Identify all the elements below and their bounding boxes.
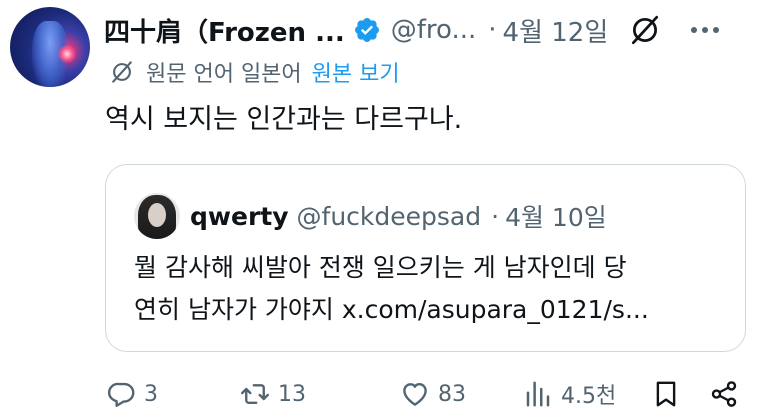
- quoted-author-handle[interactable]: @fuckdeepsad: [297, 202, 482, 231]
- avatar-highlight: [58, 45, 76, 63]
- quoted-tweet-header: qwerty @fuckdeepsad · 4월 10일: [134, 193, 607, 239]
- reply-count: 3: [144, 381, 158, 407]
- like-button[interactable]: 83: [400, 379, 523, 409]
- share-button[interactable]: [709, 379, 747, 409]
- retweet-button[interactable]: 13: [240, 379, 400, 409]
- grok-icon[interactable]: [628, 13, 662, 47]
- translation-note: 원문 언어 일본어 원본 보기: [108, 56, 400, 88]
- quoted-author-name[interactable]: qwerty: [190, 202, 289, 231]
- bookmark-button[interactable]: [651, 379, 709, 409]
- quoted-text-line: 연히 남자가 가야지 x.com/asupara_0121/s...: [134, 295, 649, 324]
- translation-language-label: 원문 언어 일본어: [146, 62, 302, 87]
- views-button[interactable]: 4.5천: [523, 378, 651, 410]
- bookmark-icon: [656, 381, 676, 407]
- show-original-link[interactable]: 원본 보기: [312, 56, 400, 88]
- quoted-tweet-date[interactable]: 4월 10일: [505, 198, 607, 234]
- quoted-tweet-text: 뭘 감사해 씨발아 전쟁 일으키는 게 남자인데 당 연히 남자가 가야지 x.…: [134, 247, 649, 331]
- retweet-icon: [241, 384, 269, 404]
- author-display-name[interactable]: 四十肩（Frozen ...: [104, 12, 345, 49]
- separator-dot: ·: [488, 15, 497, 45]
- like-icon: [403, 383, 427, 406]
- quoted-author-avatar[interactable]: [134, 193, 180, 239]
- quoted-tweet[interactable]: qwerty @fuckdeepsad · 4월 10일 뭘 감사해 씨발아 전…: [105, 164, 746, 352]
- view-count: 4.5천: [561, 384, 617, 409]
- avatar-face: [148, 203, 166, 227]
- reply-icon: [107, 382, 135, 407]
- quoted-text-line: 뭘 감사해 씨발아 전쟁 일으키는 게 남자인데 당: [134, 253, 627, 282]
- retweet-count: 13: [278, 381, 306, 407]
- like-count: 83: [438, 381, 466, 407]
- author-handle[interactable]: @fro...: [391, 15, 477, 45]
- separator-dot: ·: [491, 201, 500, 231]
- views-icon: [526, 381, 550, 407]
- more-icon[interactable]: [688, 13, 722, 47]
- tweet-header: 四十肩（Frozen ... @fro... · 4월 12일: [104, 12, 751, 48]
- tweet-text: 역시 보지는 인간과는 다르구나.: [105, 104, 463, 135]
- translate-icon: [112, 61, 132, 83]
- action-bar: 3 13 83 4.5천: [106, 374, 751, 414]
- verified-icon: [354, 18, 379, 42]
- tweet-date[interactable]: 4월 12일: [503, 12, 609, 49]
- share-icon: [711, 381, 737, 407]
- reply-button[interactable]: 3: [106, 379, 240, 409]
- author-avatar[interactable]: [10, 7, 90, 87]
